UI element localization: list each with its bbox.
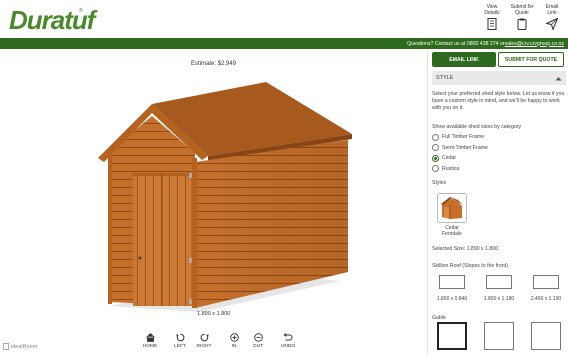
shed-thumbnail-icon [441,197,463,219]
rotate-right-button[interactable]: RIGHT [192,333,216,349]
header-actions: View Details Submit for Quote Email Link [480,4,564,30]
style-name-cedar-ferndale: Cedar Ferndale [442,225,462,237]
gable-title: Gable [432,315,446,321]
roof-option-2400x1190[interactable]: 2.400 x 1.190 [526,275,566,302]
contact-text: Questions? Contact us at 0800 438 274 or [407,40,505,47]
roof-option-thumbnail[interactable] [439,275,465,289]
configurator-panel: EMAIL LINK SUBMIT FOR QUOTE STYLE Select… [427,49,568,355]
rotate-right-icon [200,333,208,342]
rotate-left-icon [176,333,184,342]
gable-options [432,322,566,350]
email-link-header-button[interactable]: Email Link [540,4,564,30]
contact-bar: Questions? Contact us at 0800 438 274 or… [0,38,568,49]
send-icon [546,18,558,30]
roof-option-1800x840[interactable]: 1.800 x 0.840 [432,275,472,302]
email-link-button[interactable]: EMAIL LINK [432,52,496,67]
undo-icon [283,333,293,341]
gable-option-thumbnail[interactable] [484,322,514,350]
shed-size-label: 1.890 x 1.800 [197,311,231,317]
gable-option-1[interactable] [432,322,472,350]
style-option-cedar-ferndale[interactable] [437,193,467,223]
rotate-left-button[interactable]: LEFT [168,333,192,349]
style-intro-text: Select your preferred shed style below. … [432,91,565,111]
zoom-out-icon [253,333,263,342]
style-section-title: STYLE [436,75,454,81]
zoom-out-button[interactable]: OUT [246,333,270,349]
category-radio-full-timber-frame[interactable]: Full Timber Frame [432,132,488,143]
panel-buttons: EMAIL LINK SUBMIT FOR QUOTE [432,52,564,67]
roof-option-thumbnail[interactable] [533,275,559,289]
radio-button[interactable] [432,144,439,152]
shed-3d-model[interactable] [90,76,360,314]
price-estimate: Estimate: $2,949 [190,61,237,67]
home-button[interactable]: HOME [138,333,162,349]
idealroom-logo-icon [3,343,9,350]
submit-for-quote-button[interactable]: Submit for Quote [510,4,534,30]
contact-email-link[interactable]: sales@crv.crvgroup.co.nz [505,41,564,47]
category-radio-group: Full Timber Frame Semi-Timber Frame Ceda… [432,132,488,174]
view-details-button[interactable]: View Details [480,4,504,30]
3d-viewer[interactable]: Estimate: $2,949 1.890 x 1.800 idealRoom… [0,49,427,355]
skillion-roof-title: Skillion Roof (Slopes to the front) [432,263,508,269]
category-radio-cedar[interactable]: Cedar [432,153,488,164]
gable-option-3[interactable] [526,322,566,350]
roof-option-1800x1190[interactable]: 1.800 x 1.190 [479,275,519,302]
selected-size: Selected Size: 1.890 x 1.800 [432,246,499,252]
category-title: Show available shed sizes by category [432,124,522,130]
radio-button-selected[interactable] [432,154,439,162]
app-header: Duratuf ® View Details Submit for Quote Em… [0,0,568,38]
gable-option-thumbnail[interactable] [531,322,561,350]
category-radio-rustica[interactable]: Rustica [432,164,488,175]
roof-option-thumbnail[interactable] [486,275,512,289]
home-icon [145,333,155,342]
radio-button[interactable] [432,165,439,173]
list-document-icon [487,18,497,30]
skillion-roof-options: 1.800 x 0.840 1.800 x 1.190 2.400 x 1.19… [432,275,566,302]
style-section-header[interactable]: STYLE [432,71,566,85]
category-radio-semi-timber-frame[interactable]: Semi-Timber Frame [432,143,488,154]
idealroom-watermark: idealRoom [3,343,37,350]
viewer-controls: HOME LEFT RIGHT IN OUT UNDO [138,333,300,349]
styles-title: Styles [432,180,447,186]
chevron-up-icon [555,76,562,80]
logo-trademark: ® [79,8,83,14]
clipboard-icon [517,18,527,30]
gable-option-thumbnail-selected[interactable] [437,322,467,350]
undo-button[interactable]: UNDO [276,333,300,349]
submit-for-quote-panel-button[interactable]: SUBMIT FOR QUOTE [498,52,564,67]
gable-option-2[interactable] [479,322,519,350]
radio-button[interactable] [432,133,439,141]
zoom-in-button[interactable]: IN [222,333,246,349]
zoom-in-icon [229,333,239,342]
